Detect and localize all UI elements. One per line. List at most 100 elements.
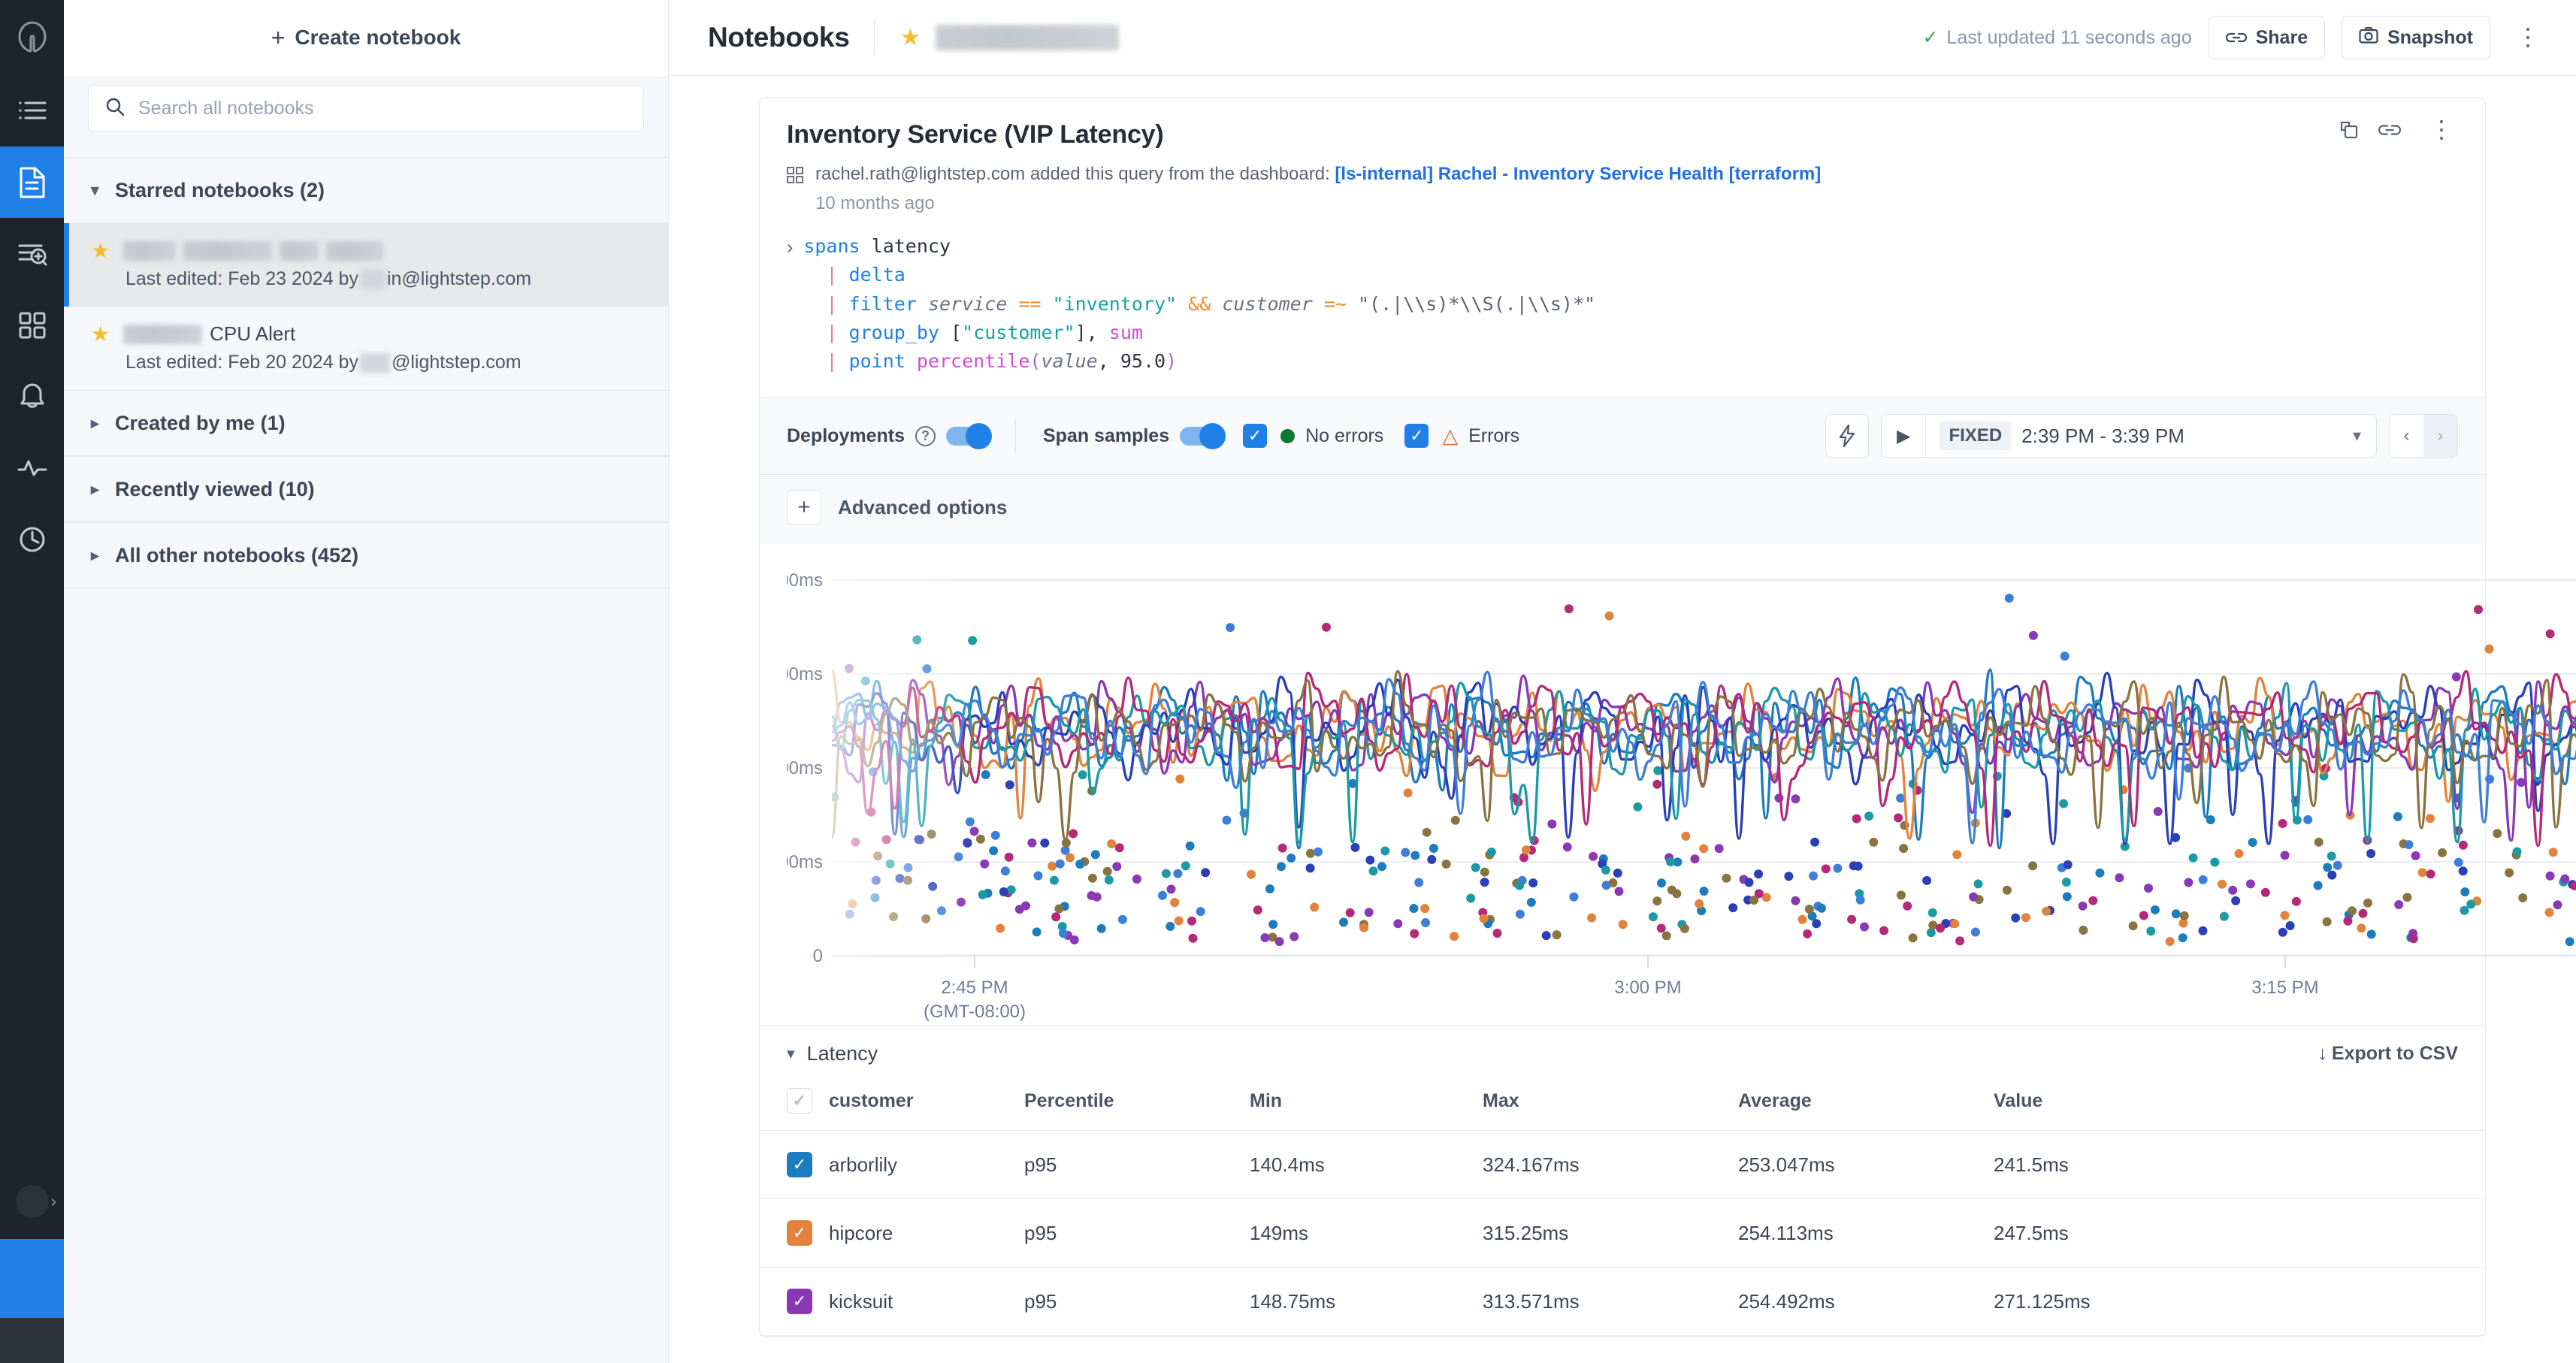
query-code[interactable]: spans latency | delta | filter service =… (803, 232, 1595, 376)
star-icon[interactable]: ★ (899, 24, 921, 51)
cell-average: 254.113ms (1738, 1199, 1994, 1268)
export-csv-button[interactable]: ↓ Export to CSV (2317, 1043, 2458, 1065)
sidebar-section-starred[interactable]: ▾ Starred notebooks (2) (64, 157, 668, 223)
chart-span-sample (1847, 915, 1856, 924)
column-header-average[interactable]: Average (1738, 1077, 1994, 1131)
deployments-label: Deployments (787, 425, 905, 447)
chart-span-sample (1522, 845, 1531, 854)
time-prev-button[interactable]: ‹ (2390, 415, 2423, 457)
rail-item-alerts[interactable] (0, 361, 64, 432)
question-circle-icon[interactable]: ? (915, 426, 936, 446)
chart-span-sample (2314, 838, 2324, 847)
panel-top-bar: + Create notebook (64, 0, 668, 77)
row-checkbox[interactable]: ✓ (787, 1289, 812, 1314)
advanced-options-row[interactable]: + Advanced options (760, 474, 2485, 544)
rail-item-service-health[interactable] (0, 432, 64, 503)
rail-account-active[interactable] (0, 1239, 64, 1318)
chart-span-sample (1167, 885, 1176, 894)
chart-span-sample (1480, 878, 1489, 887)
row-select-cell[interactable]: ✓ (760, 1268, 829, 1336)
live-lightning-button[interactable] (1825, 414, 1869, 458)
select-all-cell[interactable]: ✓ (760, 1077, 829, 1131)
chart-span-sample (2028, 862, 2037, 871)
notebook-list-item[interactable]: ★ Last edited: Feb 23 2024 by in@lightst… (64, 223, 668, 307)
sidebar-section-recently-viewed[interactable]: ▸ Recently viewed (10) (64, 456, 668, 522)
span-samples-toggle[interactable] (1180, 427, 1222, 446)
cell-average: 253.047ms (1738, 1131, 1994, 1199)
time-next-button[interactable]: › (2423, 415, 2457, 457)
snapshot-button[interactable]: Snapshot (2342, 16, 2490, 59)
dashboard-link[interactable]: [ls-internal] Rachel - Inventory Service… (1335, 164, 1821, 184)
cell-value: 271.125ms (1994, 1268, 2485, 1336)
create-notebook-button[interactable]: + Create notebook (64, 0, 668, 75)
rail-item-notebooks[interactable] (0, 147, 64, 218)
table-row[interactable]: ✓kicksuitp95148.75ms313.571ms254.492ms27… (760, 1268, 2485, 1336)
rail-account-secondary[interactable] (0, 1318, 64, 1363)
star-icon[interactable]: ★ (91, 322, 110, 346)
chart-span-sample (1563, 842, 1572, 851)
chart-span-sample (1393, 919, 1402, 928)
no-errors-checkbox[interactable]: ✓ (1243, 424, 1267, 448)
deployments-toggle[interactable] (946, 427, 988, 446)
chart-span-sample (1322, 623, 1331, 632)
plus-icon[interactable]: + (787, 490, 821, 524)
errors-checkbox[interactable]: ✓ (1404, 424, 1429, 448)
more-vertical-icon[interactable]: ⋮ (2507, 30, 2549, 44)
rail-item-dashboards[interactable] (0, 289, 64, 361)
row-checkbox[interactable]: ✓ (787, 1220, 812, 1246)
rail-item-history[interactable] (0, 503, 64, 575)
chevron-right-icon[interactable]: › (787, 232, 793, 376)
advanced-options-label: Advanced options (838, 496, 1007, 519)
search-input[interactable] (138, 98, 627, 119)
cell-average: 254.492ms (1738, 1268, 1994, 1336)
table-row[interactable]: ✓hipcorep95149ms315.25ms254.113ms247.5ms (760, 1199, 2485, 1268)
rail-item-explorer[interactable] (0, 218, 64, 289)
sidebar-section-created-by-me[interactable]: ▸ Created by me (1) (64, 390, 668, 456)
chart-span-sample (1605, 612, 1614, 621)
latency-section-toggle[interactable]: ▾ Latency (787, 1042, 878, 1065)
chart-series-lines (832, 659, 2576, 848)
time-range-selector[interactable]: ▶ FIXED 2:39 PM - 3:39 PM ▾ (1881, 414, 2377, 458)
lightstep-logo-icon[interactable] (0, 0, 64, 75)
column-header-max[interactable]: Max (1483, 1077, 1738, 1131)
chevron-down-icon[interactable]: ▾ (2353, 426, 2361, 446)
column-header-value[interactable]: Value (1994, 1077, 2485, 1131)
redacted-text (326, 241, 383, 261)
chart-span-sample (2518, 893, 2527, 902)
column-header-min[interactable]: Min (1250, 1077, 1483, 1131)
chart-span-sample (2064, 860, 2073, 869)
share-button[interactable]: Share (2209, 16, 2325, 59)
top-bar-actions: ✓ Last updated 11 seconds ago Share Snap… (1922, 16, 2549, 59)
more-vertical-icon[interactable]: ⋮ (2420, 122, 2463, 137)
latency-chart[interactable]: 400ms 300ms 200ms 100ms 0 (760, 544, 2485, 1025)
chart-span-sample (2366, 849, 2375, 858)
chart-span-sample (1899, 844, 1908, 853)
row-select-cell[interactable]: ✓ (760, 1131, 829, 1199)
star-icon[interactable]: ★ (91, 238, 110, 263)
cell-customer: arborlily (829, 1131, 1024, 1199)
chart-span-sample (1480, 868, 1489, 877)
chart-span-sample (2459, 841, 2468, 850)
table-row[interactable]: ✓arborlilyp95140.4ms324.167ms253.047ms24… (760, 1131, 2485, 1199)
notebook-list-item[interactable]: ★ CPU Alert Last edited: Feb 20 2024 by … (64, 307, 668, 390)
select-all-checkbox[interactable]: ✓ (787, 1088, 812, 1114)
copy-icon[interactable] (2339, 120, 2359, 140)
chart-span-sample (1519, 854, 1528, 863)
chart-span-sample (1097, 924, 1106, 933)
rail-item-list[interactable] (0, 75, 64, 147)
column-header-percentile[interactable]: Percentile (1024, 1077, 1250, 1131)
chart-span-sample (1054, 905, 1063, 914)
row-select-cell[interactable]: ✓ (760, 1199, 829, 1268)
play-icon[interactable]: ▶ (1882, 425, 1925, 447)
search-box[interactable] (88, 85, 644, 131)
chart-span-sample (1666, 857, 1675, 866)
rail-user-avatar[interactable]: › (0, 1164, 64, 1239)
chart-span-sample (2438, 848, 2447, 857)
chart-span-sample (1410, 851, 1420, 860)
row-checkbox[interactable]: ✓ (787, 1152, 812, 1177)
column-header-customer[interactable]: customer (829, 1077, 1024, 1131)
divider (874, 20, 875, 55)
chart-span-sample (1728, 903, 1737, 912)
sidebar-section-all-other[interactable]: ▸ All other notebooks (452) (64, 522, 668, 588)
link-icon[interactable] (2378, 124, 2401, 136)
